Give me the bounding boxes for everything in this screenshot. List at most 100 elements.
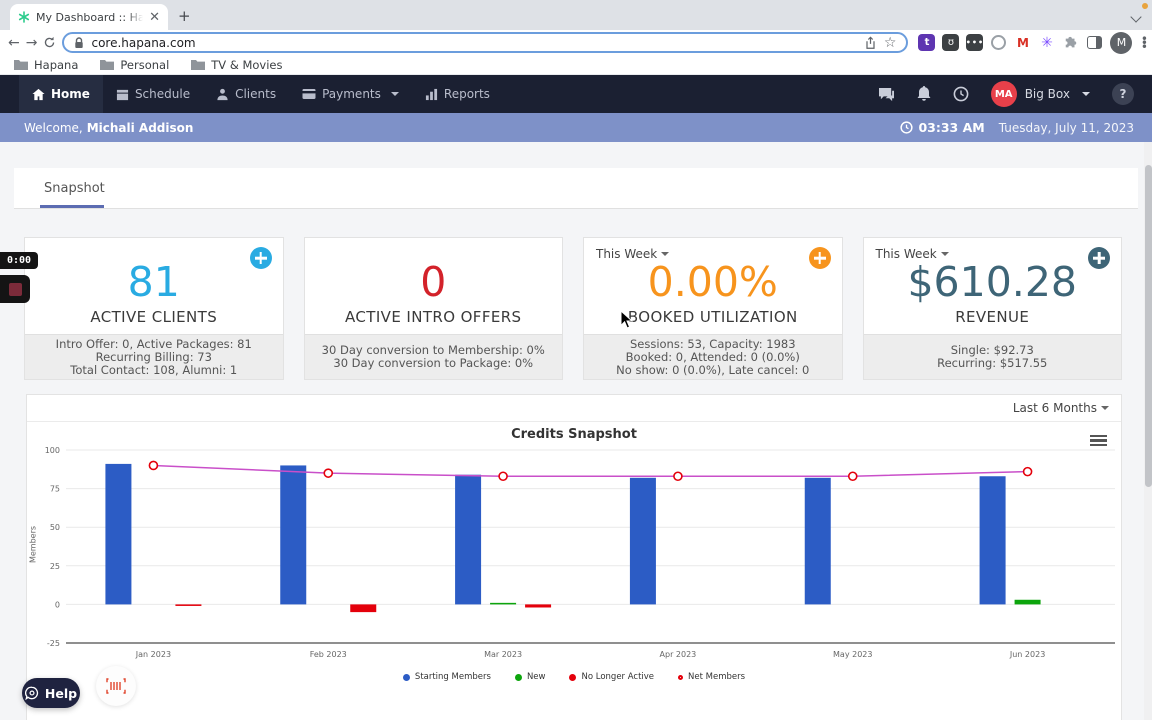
tab-close-icon[interactable]: ✕ (149, 11, 160, 24)
page-scrollbar[interactable] (1144, 142, 1152, 720)
net-members-marker[interactable] (498, 471, 508, 482)
back-button[interactable]: ← (8, 34, 20, 52)
bookmark-folder-tv-movies[interactable]: TV & Movies (191, 58, 282, 72)
clock-icon (900, 121, 914, 134)
extension-t-icon[interactable]: t (918, 34, 936, 51)
net-members-marker[interactable] (323, 468, 334, 478)
chart-menu-icon[interactable] (1090, 435, 1107, 446)
booked-utilization-value: 0.00% (647, 258, 778, 306)
bar-No Longer Active[interactable] (175, 604, 202, 606)
net-members-marker[interactable] (847, 471, 858, 482)
help-button[interactable]: Help (22, 678, 80, 708)
bar-Starting Members[interactable] (979, 476, 1006, 605)
add-revenue-button[interactable] (1088, 247, 1110, 269)
url-text: core.hapana.com (91, 35, 196, 50)
snowflake-extension-icon[interactable]: ✳ (1038, 34, 1055, 51)
clock-icon[interactable] (953, 86, 969, 102)
active-clients-value: 81 (127, 258, 180, 306)
browser-tab[interactable]: My Dashboard :: Hapana | Tak ✕ (10, 4, 168, 30)
scrollbar-thumb[interactable] (1144, 165, 1152, 487)
y-tick-label: 25 (50, 562, 60, 571)
bar-New[interactable] (490, 602, 517, 605)
recorder-stop-button[interactable] (0, 275, 30, 303)
nav-item-reports[interactable]: Reports (412, 75, 503, 113)
extension-circle-icon[interactable] (991, 35, 1007, 50)
booked-utilization-card: This Week 0.00% BOOKED UTILIZATION Sessi… (583, 237, 843, 380)
bar-Starting Members[interactable] (804, 477, 831, 605)
nav-item-clients[interactable]: true Clients (203, 75, 289, 113)
browser-menu-kebab-icon[interactable]: • • • (1139, 33, 1149, 53)
bookmark-folder-hapana[interactable]: Hapana (14, 58, 78, 72)
credits-snapshot-panel: Last 6 Months Credits Snapshot Members -… (26, 394, 1122, 720)
barcode-scan-button[interactable] (96, 666, 136, 706)
messages-icon[interactable] (878, 87, 895, 102)
net-members-marker[interactable] (673, 471, 683, 482)
new-tab-button[interactable]: + (178, 9, 191, 24)
gmail-icon[interactable]: M (1014, 34, 1031, 51)
share-icon[interactable] (864, 35, 877, 50)
footer-line: Sessions: 53, Capacity: 1983 (629, 336, 796, 351)
tab-label: Snapshot (44, 180, 105, 196)
bar-No Longer Active[interactable] (525, 604, 552, 608)
utilization-range-dropdown[interactable]: This Week (596, 247, 670, 261)
card-footer: Single: $92.73 Recurring: $517.55 (863, 334, 1121, 379)
tab-search-chevron-icon[interactable] (1130, 11, 1142, 23)
user-name: Michali Addison (86, 120, 194, 135)
add-booking-button[interactable] (808, 247, 831, 269)
side-panel-icon[interactable] (1087, 36, 1103, 49)
nav-label: Reports (443, 87, 490, 101)
revenue-card: This Week $610.28 REVENUE Single: $92.73… (862, 237, 1122, 380)
help-question-icon[interactable]: ? (1112, 83, 1134, 105)
bar-No Longer Active[interactable] (350, 604, 377, 613)
bookmark-star-icon[interactable]: ☆ (884, 35, 897, 51)
bookmark-folder-personal[interactable]: Personal (100, 58, 169, 72)
legend-item[interactable]: New (514, 672, 545, 682)
browser-profile-avatar[interactable]: M (1110, 31, 1133, 54)
nav-item-schedule[interactable]: Schedule (103, 75, 203, 113)
chart-range-dropdown[interactable]: Last 6 Months (1013, 401, 1109, 415)
forward-button[interactable]: → (26, 34, 38, 52)
welcome-bar: Welcome, Michali Addison 03:33 AM Tuesda… (0, 113, 1152, 142)
active-intro-offers-card: 0 ACTIVE INTRO OFFERS 30 Day conversion … (303, 237, 563, 380)
card-label: BOOKED UTILIZATION (627, 308, 798, 326)
hapana-favicon-icon (18, 11, 30, 23)
lock-icon (75, 36, 84, 48)
revenue-range-dropdown[interactable]: This Week (876, 247, 949, 261)
card-footer: 30 Day conversion to Membership: 0% 30 D… (304, 334, 562, 379)
notifications-bell-icon[interactable] (917, 86, 931, 102)
bar-New[interactable] (1014, 599, 1041, 605)
url-bar[interactable]: core.hapana.com ☆ (62, 32, 909, 53)
extensions-puzzle-icon[interactable] (1062, 34, 1079, 51)
net-members-marker[interactable] (1022, 466, 1033, 477)
browser-toolbar: ← → core.hapana.com ☆ t ʊ ••• M ✳ M • • • (0, 30, 1152, 55)
x-tick-label: May 2023 (833, 650, 872, 659)
folder-icon (191, 60, 206, 70)
add-client-button[interactable] (249, 247, 272, 269)
reload-button[interactable] (43, 34, 56, 52)
bookmark-label: Personal (120, 57, 170, 72)
chart-title: Credits Snapshot (511, 427, 637, 442)
extension-dots-icon[interactable]: ••• (966, 34, 984, 51)
current-time: 03:33 AM (900, 120, 985, 135)
legend-item[interactable]: Starting Members (402, 672, 491, 682)
nav-label: Payments (322, 87, 381, 101)
current-date: Tuesday, July 11, 2023 (998, 120, 1134, 135)
nav-item-home[interactable]: Home (19, 75, 103, 113)
bar-chart-icon (425, 88, 437, 100)
legend-label: Starting Members (414, 672, 491, 682)
legend-item[interactable]: Net Members (678, 672, 745, 682)
extension-dark-icon[interactable]: ʊ (942, 34, 960, 51)
bar-Starting Members[interactable] (280, 465, 307, 605)
calendar-icon (116, 89, 129, 100)
nav-item-payments[interactable]: Payments (289, 75, 412, 113)
y-tick-label: 0 (55, 600, 60, 609)
account-switcher[interactable]: MA Big Box (990, 81, 1090, 107)
bar-Starting Members[interactable] (105, 463, 132, 605)
net-members-marker[interactable] (148, 460, 159, 471)
bookmark-label: Hapana (34, 57, 79, 72)
legend-item[interactable]: No Longer Active (569, 672, 654, 682)
tab-snapshot[interactable]: Snapshot (34, 168, 115, 208)
active-tab-underline (40, 205, 104, 208)
bar-Starting Members[interactable] (629, 477, 656, 605)
bar-Starting Members[interactable] (455, 474, 482, 605)
